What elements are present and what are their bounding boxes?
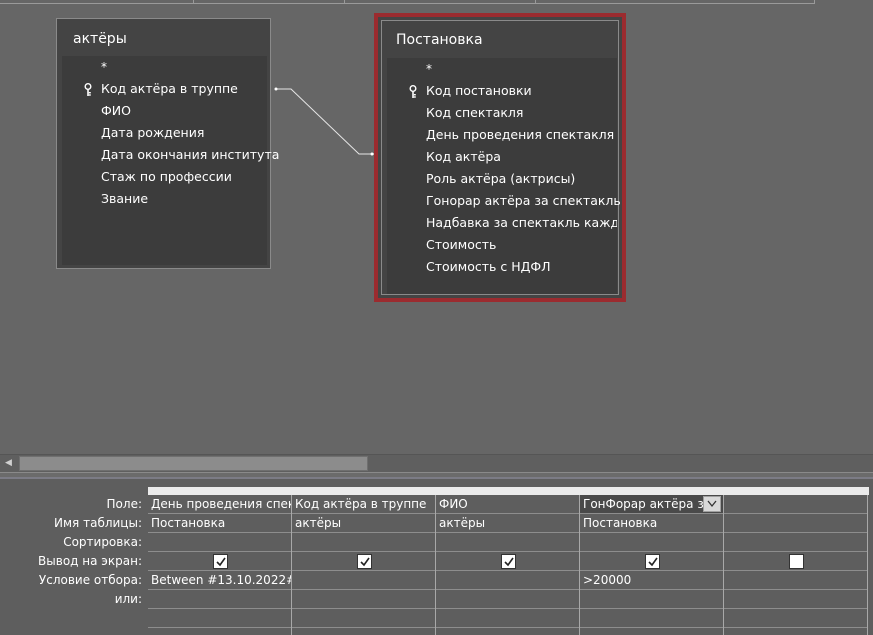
field-graduation-date[interactable]: Дата окончания института bbox=[101, 144, 279, 166]
table-actors-title: актёры bbox=[73, 31, 127, 47]
grid-column-5[interactable] bbox=[724, 495, 868, 635]
cell-show bbox=[580, 552, 723, 571]
cell-criteria[interactable] bbox=[724, 571, 867, 590]
cell-field[interactable]: Код актёра в труппе bbox=[292, 495, 435, 514]
field-fee[interactable]: Гонорар актёра за спектакль bbox=[426, 190, 621, 212]
pane-splitter[interactable] bbox=[0, 472, 873, 479]
field-actor-code[interactable]: Код актёра в труппе bbox=[101, 78, 238, 100]
cell-or[interactable] bbox=[724, 590, 867, 609]
cell-show bbox=[292, 552, 435, 571]
cell-show bbox=[436, 552, 579, 571]
field-cost[interactable]: Стоимость bbox=[426, 234, 496, 256]
scrollbar-thumb[interactable] bbox=[19, 456, 368, 471]
table-performance-body: Постановка * Код постановки Код спектакл… bbox=[381, 20, 621, 295]
row-label-or: или: bbox=[114, 592, 142, 606]
cell-show bbox=[148, 552, 291, 571]
cell-field[interactable] bbox=[724, 495, 867, 514]
diagram-horizontal-scrollbar[interactable]: ◀ bbox=[0, 454, 873, 472]
row-label-show: Вывод на экран: bbox=[38, 554, 142, 568]
cell-table[interactable]: актёры bbox=[436, 514, 579, 533]
cell-sort[interactable] bbox=[292, 533, 435, 552]
cell-sort[interactable] bbox=[580, 533, 723, 552]
show-checkbox[interactable] bbox=[645, 554, 660, 569]
column-selector-strip[interactable] bbox=[148, 487, 869, 495]
show-checkbox[interactable] bbox=[501, 554, 516, 569]
cell-extra[interactable] bbox=[580, 609, 723, 628]
cell-extra[interactable] bbox=[148, 609, 291, 628]
cell-field-text: ГонФорар актёра за bbox=[583, 497, 712, 511]
cell-extra[interactable] bbox=[292, 609, 435, 628]
cell-extra[interactable] bbox=[436, 609, 579, 628]
cell-or[interactable] bbox=[292, 590, 435, 609]
field-fio[interactable]: ФИО bbox=[101, 100, 131, 122]
field-show-day[interactable]: День проведения спектакля bbox=[426, 124, 614, 146]
show-checkbox[interactable] bbox=[213, 554, 228, 569]
cell-criteria[interactable] bbox=[292, 571, 435, 590]
scroll-left-icon[interactable]: ◀ bbox=[0, 455, 17, 472]
field-performance-code[interactable]: Код постановки bbox=[426, 80, 532, 102]
cell-sort[interactable] bbox=[148, 533, 291, 552]
cell-sort[interactable] bbox=[436, 533, 579, 552]
cell-field[interactable]: ФИО bbox=[436, 495, 579, 514]
row-label-field: Поле: bbox=[106, 497, 142, 511]
table-performance-title: Постановка bbox=[396, 32, 483, 48]
field-role[interactable]: Роль актёра (актрисы) bbox=[426, 168, 575, 190]
query-design-grid: Поле: Имя таблицы: Сортировка: Вывод на … bbox=[0, 479, 873, 635]
cell-table[interactable]: Постановка bbox=[580, 514, 723, 533]
show-checkbox[interactable] bbox=[357, 554, 372, 569]
table-performance[interactable]: Постановка * Код постановки Код спектакл… bbox=[374, 13, 626, 302]
cell-extra[interactable] bbox=[724, 609, 867, 628]
row-label-sort: Сортировка: bbox=[63, 535, 142, 549]
cell-field[interactable]: День проведения спект bbox=[148, 495, 291, 514]
primary-key-icon bbox=[409, 84, 417, 98]
field-rank[interactable]: Звание bbox=[101, 188, 148, 210]
cell-criteria[interactable]: >20000 bbox=[580, 571, 723, 590]
primary-key-icon bbox=[84, 82, 92, 96]
grid-row-labels: Поле: Имя таблицы: Сортировка: Вывод на … bbox=[0, 479, 148, 635]
field-cost-with-tax[interactable]: Стоимость с НДФЛ bbox=[426, 256, 551, 278]
cell-table[interactable] bbox=[724, 514, 867, 533]
cell-or[interactable] bbox=[436, 590, 579, 609]
cell-sort[interactable] bbox=[724, 533, 867, 552]
cell-table[interactable]: актёры bbox=[292, 514, 435, 533]
grid-column-1[interactable]: День проведения спект Постановка Between… bbox=[148, 495, 292, 635]
grid-column-3[interactable]: ФИО актёры bbox=[436, 495, 580, 635]
grid-column-4[interactable]: ГонФорар актёра за Постановка >20000 bbox=[580, 495, 724, 635]
cell-criteria[interactable]: Between #13.10.2022# A bbox=[148, 571, 291, 590]
cell-show bbox=[724, 552, 867, 571]
cell-or[interactable] bbox=[580, 590, 723, 609]
cell-criteria[interactable] bbox=[436, 571, 579, 590]
row-label-criteria: Условие отбора: bbox=[38, 573, 142, 587]
table-performance-field-list[interactable]: * Код постановки Код спектакля День пров… bbox=[387, 58, 621, 294]
field-all[interactable]: * bbox=[101, 56, 107, 78]
field-experience[interactable]: Стаж по профессии bbox=[101, 166, 232, 188]
row-label-table: Имя таблицы: bbox=[54, 516, 142, 530]
cell-or[interactable] bbox=[148, 590, 291, 609]
grid-columns: День проведения спект Постановка Between… bbox=[148, 479, 873, 635]
relationship-diagram: актёры * Код актёра в труппе ФИО Дата ро… bbox=[0, 0, 873, 454]
table-actors[interactable]: актёры * Код актёра в труппе ФИО Дата ро… bbox=[56, 18, 279, 269]
table-actors-field-list[interactable]: * Код актёра в труппе ФИО Дата рождения … bbox=[62, 56, 279, 265]
field-bonus[interactable]: Надбавка за спектакль каждому bbox=[426, 212, 617, 234]
chevron-down-icon[interactable] bbox=[703, 496, 721, 512]
top-tab-strip bbox=[0, 0, 815, 4]
field-show-code[interactable]: Код спектакля bbox=[426, 102, 523, 124]
field-actor-code[interactable]: Код актёра bbox=[426, 146, 501, 168]
field-birth-date[interactable]: Дата рождения bbox=[101, 122, 204, 144]
grid-column-2[interactable]: Код актёра в труппе актёры bbox=[292, 495, 436, 635]
show-checkbox[interactable] bbox=[789, 554, 804, 569]
field-all[interactable]: * bbox=[426, 58, 432, 80]
cell-table[interactable]: Постановка bbox=[148, 514, 291, 533]
grid-column-6[interactable] bbox=[868, 495, 873, 635]
cell-field[interactable]: ГонФорар актёра за bbox=[580, 495, 723, 514]
